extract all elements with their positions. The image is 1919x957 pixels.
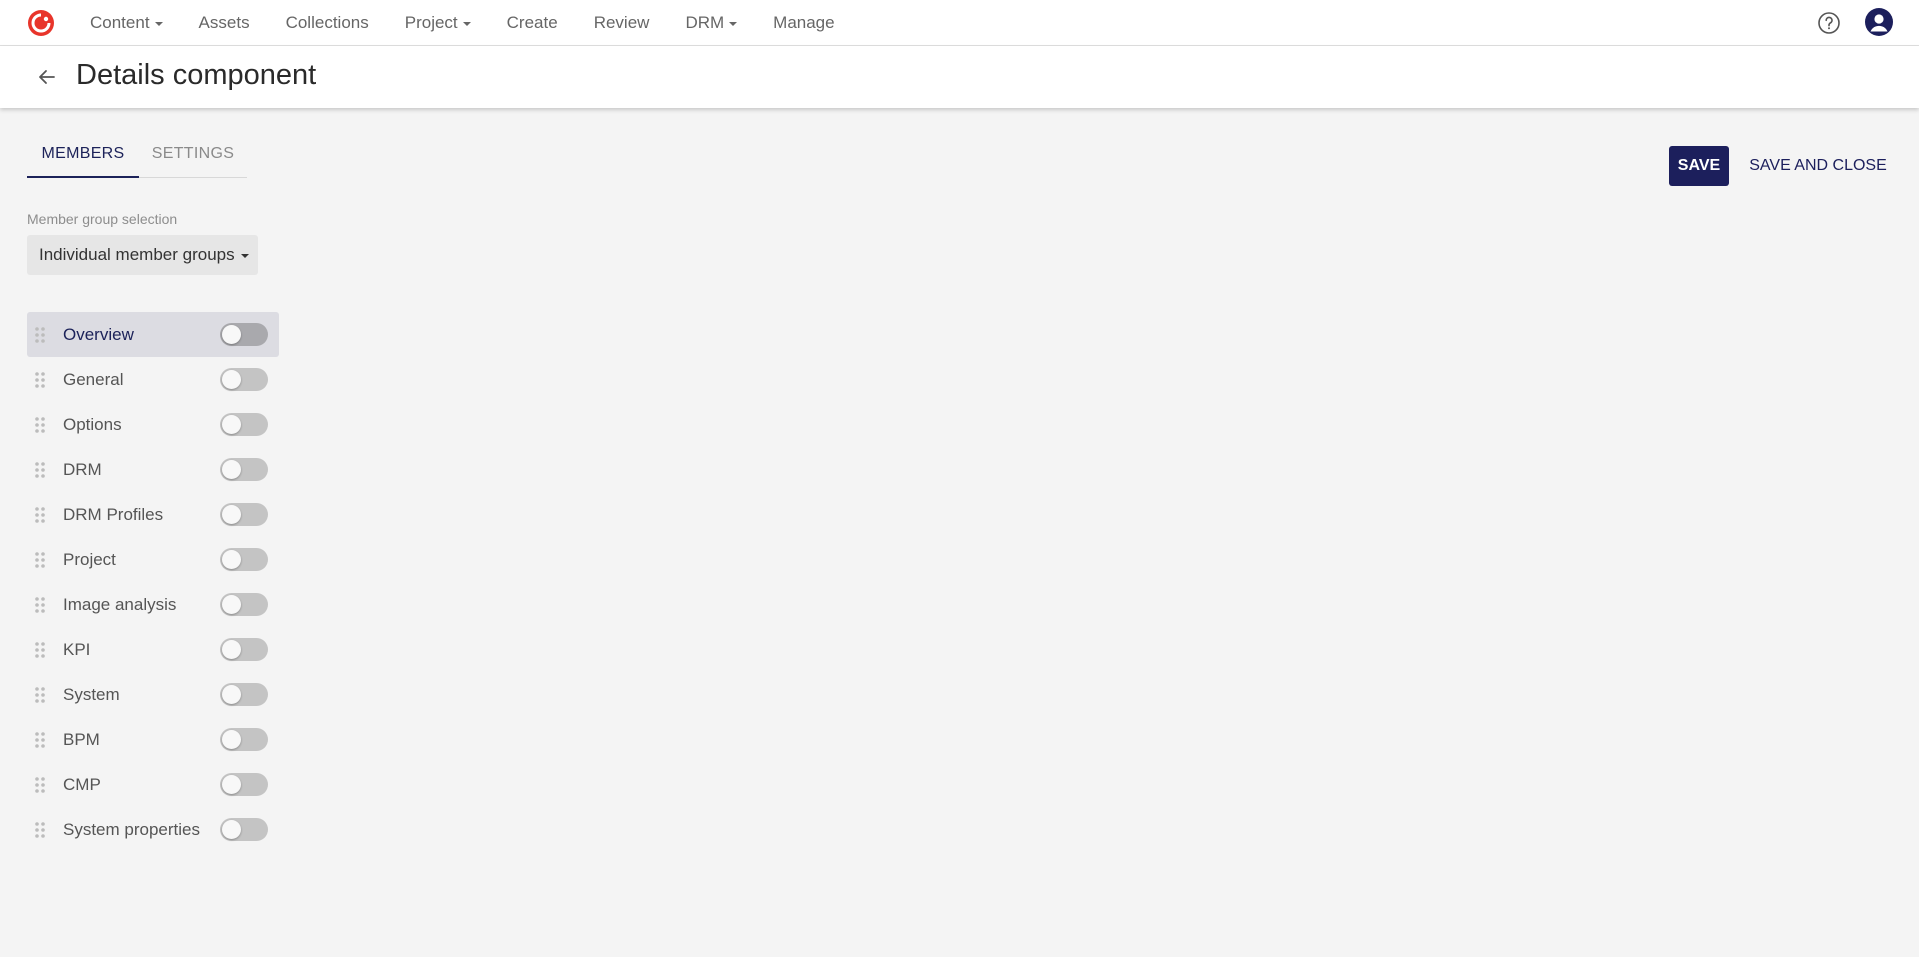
member-label: Image analysis: [63, 594, 177, 614]
nav-item-manage[interactable]: Manage: [773, 13, 834, 33]
member-item[interactable]: KPI: [27, 627, 279, 672]
member-label: KPI: [63, 639, 91, 659]
toggle-knob: [222, 550, 241, 569]
nav-item-project[interactable]: Project: [405, 13, 471, 33]
member-group-select[interactable]: Individual member groups: [27, 235, 258, 275]
member-label: CMP: [63, 774, 101, 794]
toggle-knob: [222, 325, 241, 344]
nav-item-assets[interactable]: Assets: [199, 13, 250, 33]
member-toggle[interactable]: [220, 368, 268, 391]
drag-handle-icon[interactable]: [34, 641, 46, 659]
member-label: System: [63, 684, 120, 704]
toggle-knob: [222, 460, 241, 479]
drag-handle-icon[interactable]: [34, 326, 46, 344]
nav-item-label: Review: [593, 13, 650, 32]
member-label: System properties: [63, 819, 200, 839]
drag-handle-icon[interactable]: [34, 686, 46, 704]
member-list: Overview General Options DRM DRM Profiles Pro…: [27, 312, 279, 852]
drag-handle-icon[interactable]: [34, 371, 46, 389]
member-label: General: [63, 369, 124, 389]
member-toggle[interactable]: [220, 773, 268, 796]
member-group-selected-value: Individual member groups: [39, 245, 235, 264]
member-label: Options: [63, 414, 122, 434]
member-item[interactable]: System properties: [27, 807, 279, 852]
caret-down-icon: [240, 254, 249, 258]
toggle-knob: [222, 415, 241, 434]
page-title: Details component: [76, 59, 317, 91]
toggle-knob: [222, 820, 241, 839]
user-icon[interactable]: [1865, 8, 1893, 36]
member-label: Project: [63, 549, 116, 569]
toggle-knob: [222, 775, 241, 794]
member-label: BPM: [63, 729, 100, 749]
member-item[interactable]: Overview: [27, 312, 279, 357]
drag-handle-icon[interactable]: [34, 461, 46, 479]
toggle-knob: [222, 685, 241, 704]
nav-item-label: Create: [506, 13, 558, 32]
drag-handle-icon[interactable]: [34, 776, 46, 794]
member-toggle[interactable]: [220, 548, 268, 571]
member-item[interactable]: General: [27, 357, 279, 402]
page-header: Details component: [0, 46, 1919, 108]
nav-item-collections[interactable]: Collections: [286, 13, 369, 33]
member-group-label: Member group selection: [27, 211, 178, 227]
nav-item-label: Project: [404, 13, 458, 32]
drag-handle-icon[interactable]: [34, 821, 46, 839]
save-button[interactable]: SAVE: [1669, 146, 1729, 186]
tab-bar: MEMBERS SETTINGS: [27, 136, 247, 178]
toggle-knob: [222, 370, 241, 389]
member-toggle[interactable]: [220, 458, 268, 481]
caret-down-icon: [462, 22, 471, 26]
member-item[interactable]: BPM: [27, 717, 279, 762]
member-item[interactable]: Project: [27, 537, 279, 582]
member-item[interactable]: Options: [27, 402, 279, 447]
toggle-knob: [222, 640, 241, 659]
nav-item-label: Content: [90, 13, 150, 32]
member-item[interactable]: DRM: [27, 447, 279, 492]
top-navigation-bar: Content Assets Collections Project Creat…: [0, 0, 1919, 46]
member-toggle[interactable]: [220, 323, 268, 346]
caret-down-icon: [729, 22, 738, 26]
member-item[interactable]: Image analysis: [27, 582, 279, 627]
nav-item-label: Collections: [285, 13, 369, 32]
member-label: Overview: [63, 324, 134, 344]
member-label: DRM Profiles: [63, 504, 164, 524]
member-toggle[interactable]: [220, 503, 268, 526]
drag-handle-icon[interactable]: [34, 731, 46, 749]
member-toggle[interactable]: [220, 413, 268, 436]
help-icon[interactable]: [1817, 11, 1841, 35]
drag-handle-icon[interactable]: [34, 506, 46, 524]
member-item[interactable]: System: [27, 672, 279, 717]
drag-handle-icon[interactable]: [34, 596, 46, 614]
member-toggle[interactable]: [220, 683, 268, 706]
nav-item-label: DRM: [685, 13, 725, 32]
toggle-knob: [222, 505, 241, 524]
tab-settings[interactable]: SETTINGS: [139, 136, 247, 178]
save-and-close-button[interactable]: SAVE AND CLOSE: [1748, 146, 1888, 186]
member-toggle[interactable]: [220, 728, 268, 751]
caret-down-icon: [154, 22, 163, 26]
logo-icon[interactable]: [26, 8, 56, 38]
nav-item-create[interactable]: Create: [507, 13, 558, 33]
back-arrow-icon[interactable]: [34, 64, 60, 90]
nav-item-label: Manage: [773, 13, 835, 32]
member-toggle[interactable]: [220, 593, 268, 616]
nav-item-review[interactable]: Review: [594, 13, 650, 33]
toggle-knob: [222, 595, 241, 614]
member-label: DRM: [63, 459, 102, 479]
nav-item-label: Assets: [198, 13, 250, 32]
main-nav: Content Assets Collections Project Creat…: [72, 0, 853, 46]
member-toggle[interactable]: [220, 818, 268, 841]
tab-members[interactable]: MEMBERS: [27, 136, 139, 178]
member-item[interactable]: CMP: [27, 762, 279, 807]
member-item[interactable]: DRM Profiles: [27, 492, 279, 537]
nav-item-content[interactable]: Content: [90, 13, 163, 33]
drag-handle-icon[interactable]: [34, 416, 46, 434]
toggle-knob: [222, 730, 241, 749]
nav-item-drm[interactable]: DRM: [685, 13, 738, 33]
drag-handle-icon[interactable]: [34, 551, 46, 569]
member-toggle[interactable]: [220, 638, 268, 661]
